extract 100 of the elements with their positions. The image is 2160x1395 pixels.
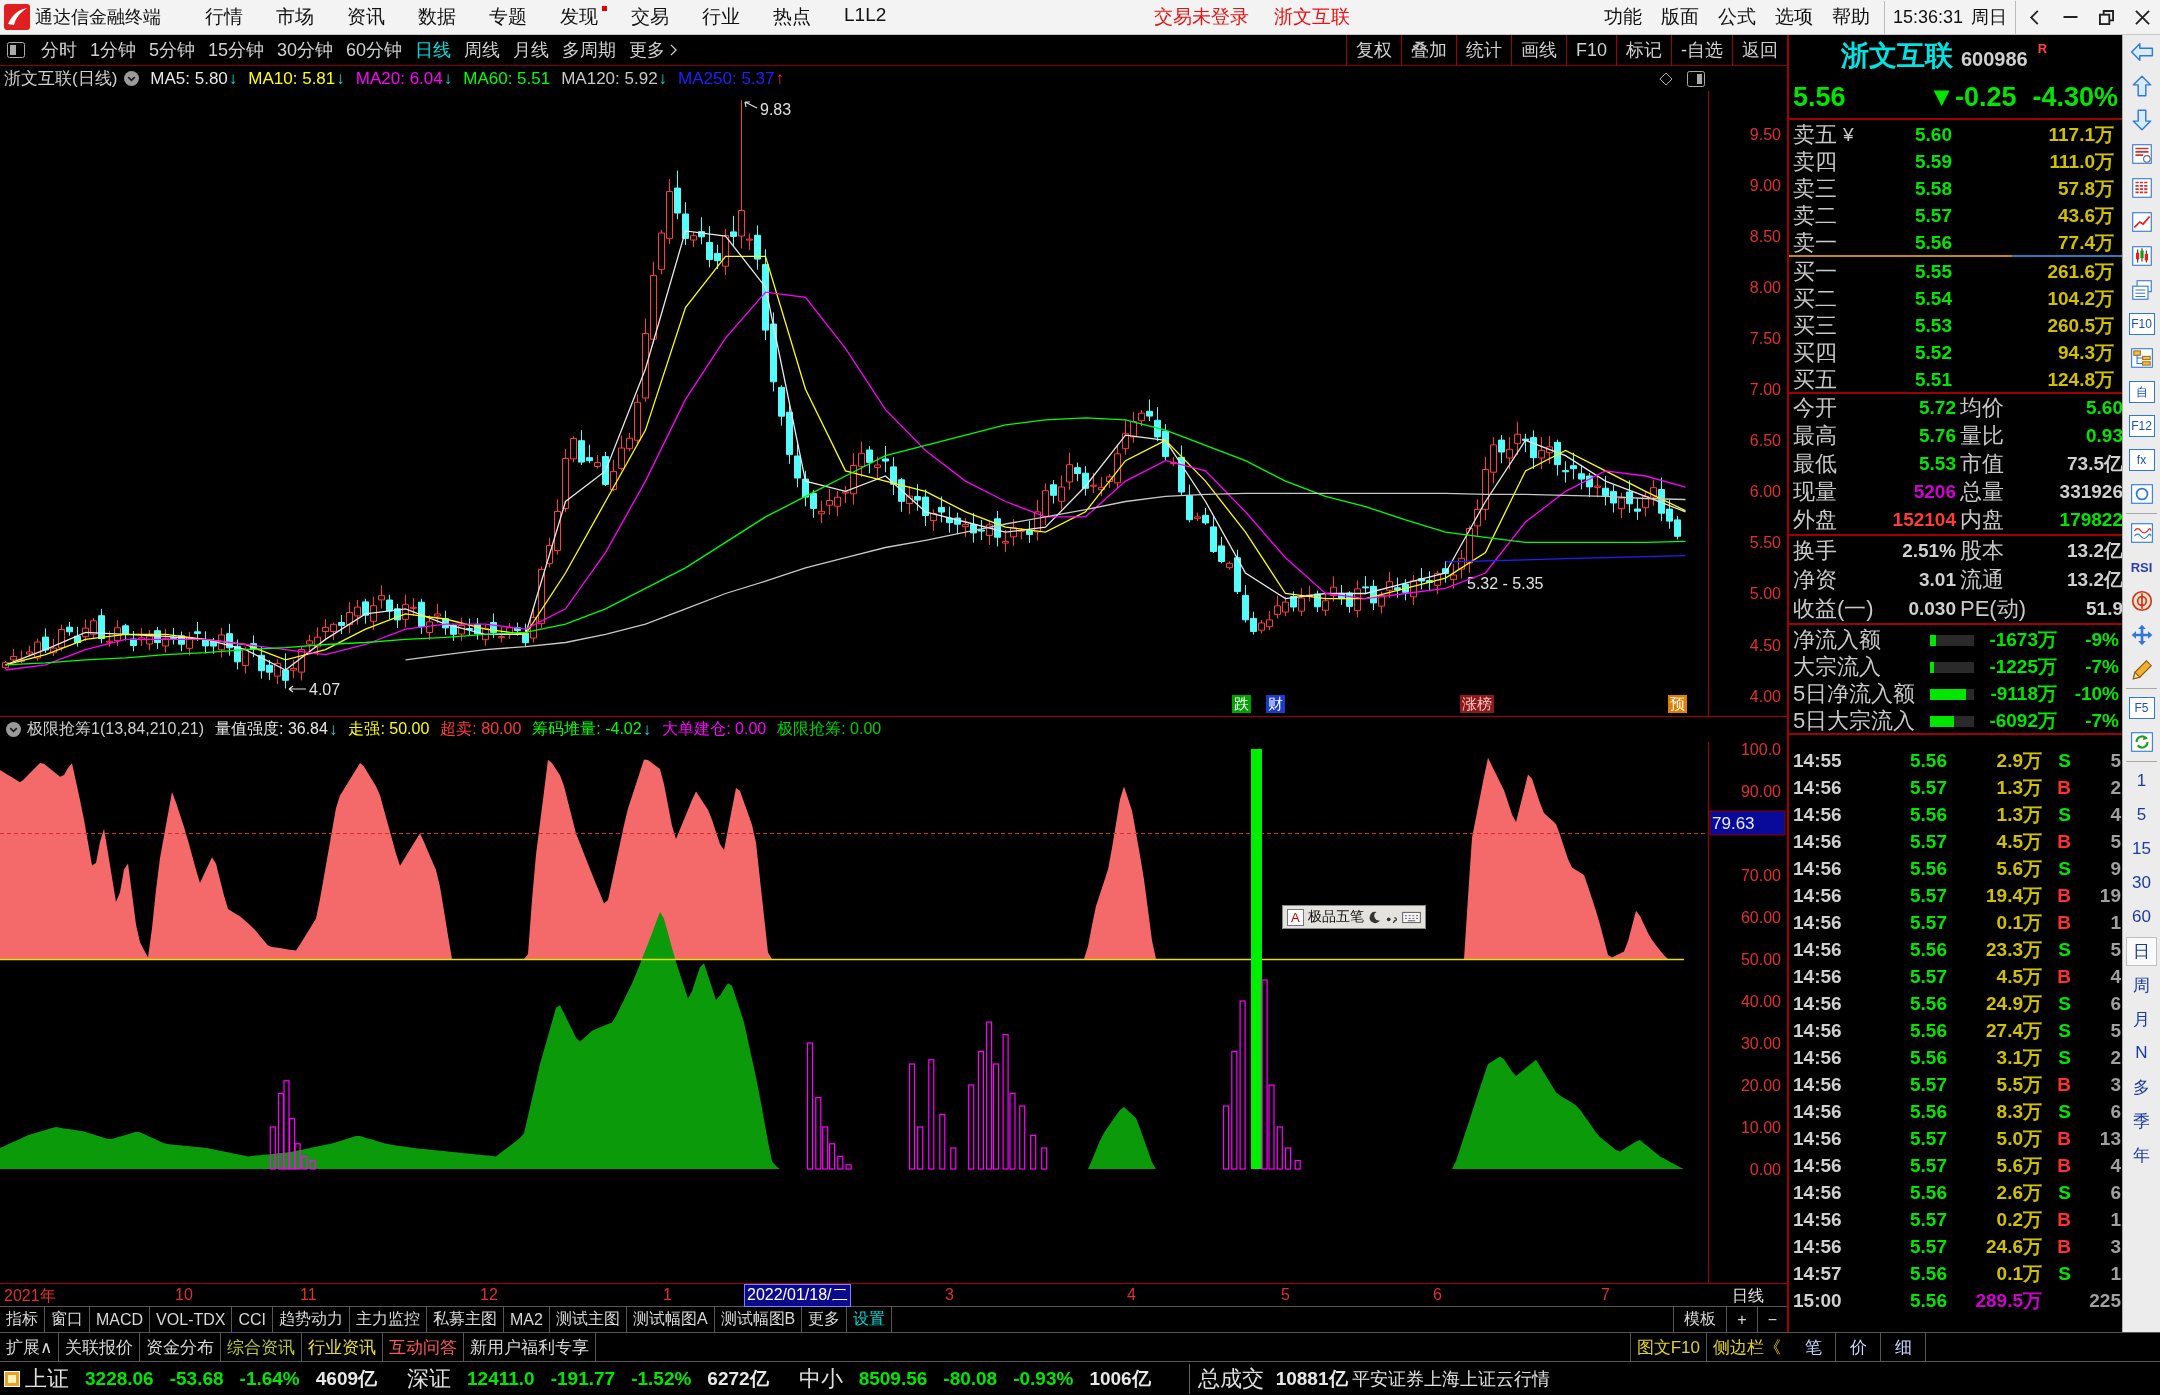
shortcut-button[interactable]: fx — [2128, 449, 2155, 471]
shortcut-button[interactable]: F12 — [2128, 415, 2155, 437]
menu-item[interactable]: 资讯 — [347, 4, 385, 30]
toolbar-button[interactable]: 模板 — [1673, 1307, 1727, 1332]
line-chart-icon[interactable] — [2129, 211, 2154, 233]
info-tab[interactable]: 互动问答 — [383, 1333, 465, 1361]
period-tab[interactable]: 周线 — [464, 38, 501, 62]
toolbar-button[interactable]: − — [1756, 1307, 1787, 1332]
panel-link[interactable]: 图文F10 — [1629, 1333, 1706, 1361]
menu-item[interactable]: 数据 — [418, 4, 456, 30]
toolbar-button[interactable]: 返回 — [1732, 35, 1787, 65]
toolbar-button[interactable]: 复权 — [1345, 35, 1401, 65]
indicator-tab[interactable]: MA2 — [504, 1307, 550, 1332]
pencil-icon[interactable] — [2129, 658, 2154, 680]
view-tab[interactable]: 细 — [1881, 1333, 1926, 1361]
moon-icon[interactable] — [1367, 910, 1381, 924]
indicator-tab[interactable]: 窗口 — [45, 1307, 90, 1332]
info-tab[interactable]: 扩展∧ — [0, 1333, 60, 1361]
toolbar-button[interactable]: 画线 — [1510, 35, 1566, 65]
period-tab[interactable]: 多周期 — [562, 38, 617, 62]
indicator-tab[interactable]: 测试主图 — [549, 1307, 627, 1332]
shortcut-button[interactable]: F10 — [2128, 313, 2155, 335]
period-tab[interactable]: 日线 — [415, 38, 452, 62]
shortcut-button[interactable]: F5 — [2128, 697, 2155, 719]
indicator-tab[interactable]: 指标 — [0, 1307, 45, 1332]
indicator-tab[interactable]: 更多 — [802, 1307, 848, 1332]
period-tab[interactable]: 15分钟 — [208, 38, 265, 62]
indicator-tab[interactable]: 私募主图 — [427, 1307, 504, 1332]
period-button[interactable]: 1 — [2130, 769, 2153, 793]
menu-item[interactable]: 行业 — [702, 4, 740, 30]
toolbar-button[interactable]: 叠加 — [1400, 35, 1456, 65]
menu-item[interactable]: 行情 — [205, 4, 243, 30]
panel-link[interactable]: 侧边栏《 — [1706, 1333, 1787, 1361]
period-button[interactable]: 日 — [2126, 936, 2157, 966]
info-tab[interactable]: 综合资讯 — [221, 1333, 303, 1361]
period-button[interactable]: 月 — [2127, 1005, 2156, 1033]
tree-icon[interactable] — [2129, 347, 2154, 369]
table-icon[interactable] — [2129, 177, 2154, 199]
period-tab[interactable]: 1分钟 — [90, 38, 136, 62]
view-tab[interactable]: 价 — [1836, 1333, 1881, 1361]
menu-item[interactable]: 选项 — [1774, 4, 1813, 30]
indicator-tab[interactable]: MACD — [90, 1307, 151, 1332]
info-tab[interactable]: 新用户福利专享 — [464, 1333, 597, 1361]
period-button[interactable]: 周 — [2127, 971, 2156, 999]
event-tag[interactable]: 财 — [1266, 695, 1285, 713]
indicator-tab[interactable]: 测试幅图B — [714, 1307, 803, 1332]
toolbar-button[interactable]: + — [1726, 1307, 1757, 1332]
event-tag[interactable]: 涨榜 — [1460, 695, 1494, 713]
period-button[interactable]: 年 — [2127, 1141, 2156, 1169]
input-mode-button[interactable]: A — [1287, 908, 1304, 926]
diamond-icon[interactable] — [1659, 71, 1673, 86]
indicator-button[interactable]: RSI — [2130, 559, 2153, 575]
menu-item[interactable]: 热点 — [773, 4, 811, 30]
coin-icon[interactable] — [2129, 590, 2154, 612]
period-button[interactable]: N — [2129, 1041, 2154, 1065]
windows-icon[interactable] — [2129, 279, 2154, 301]
left-arrow-icon[interactable] — [2129, 41, 2154, 63]
period-tab[interactable]: 30分钟 — [277, 38, 334, 62]
keyboard-icon[interactable] — [1401, 910, 1421, 924]
menu-item[interactable]: 专题 — [489, 4, 527, 30]
period-tab[interactable]: 分时 — [41, 38, 77, 62]
indicator-tab[interactable]: 设置 — [847, 1307, 893, 1332]
menu-item[interactable]: 公式 — [1717, 4, 1756, 30]
indicator-tab[interactable]: 趋势动力 — [273, 1307, 350, 1332]
menu-item[interactable]: 版面 — [1660, 4, 1699, 30]
period-button[interactable]: 15 — [2126, 837, 2157, 861]
indicator-tab[interactable]: VOL-TDX — [150, 1307, 233, 1332]
refresh-icon[interactable] — [2129, 731, 2154, 753]
menu-item[interactable]: 市场 — [276, 4, 314, 30]
menu-item[interactable]: 交易 — [631, 4, 669, 30]
shortcut-button[interactable]: 自 — [2128, 381, 2155, 403]
panel-toggle-icon[interactable] — [1687, 70, 1705, 87]
indicator-tab[interactable]: CCI — [232, 1307, 273, 1332]
info-tab[interactable]: 关联报价 — [59, 1333, 141, 1361]
period-tab[interactable]: 60分钟 — [346, 38, 403, 62]
info-tab[interactable]: 行业资讯 — [302, 1333, 384, 1361]
menu-item[interactable]: 功能 — [1603, 4, 1642, 30]
toolbar-button[interactable]: F10 — [1565, 35, 1616, 65]
indicator-tab[interactable]: 测试幅图A — [626, 1307, 715, 1332]
period-button[interactable]: 多 — [2127, 1073, 2156, 1101]
period-tab[interactable]: 5分钟 — [149, 38, 196, 62]
toolbar-button[interactable]: -自选 — [1671, 35, 1732, 65]
status-square-icon[interactable] — [4, 1370, 20, 1387]
view-tab[interactable]: 笔 — [1791, 1333, 1836, 1361]
wave-chart-icon[interactable] — [2129, 522, 2154, 544]
period-button[interactable]: 5 — [2130, 803, 2153, 827]
period-button[interactable]: 60 — [2126, 905, 2157, 929]
period-button[interactable]: 季 — [2127, 1107, 2156, 1135]
period-button[interactable]: 30 — [2126, 871, 2157, 895]
toolbar-button[interactable]: 标记 — [1616, 35, 1671, 65]
info-tab[interactable]: 资金分布 — [140, 1333, 222, 1361]
dropdown-circle-icon[interactable] — [124, 71, 140, 86]
dropdown-circle-icon[interactable] — [6, 722, 21, 737]
panel-toggle-icon[interactable] — [7, 42, 25, 58]
report-icon[interactable] — [2129, 143, 2154, 165]
toolbar-button[interactable]: 统计 — [1455, 35, 1511, 65]
period-tab[interactable]: 月线 — [513, 38, 550, 62]
more-button[interactable]: 更多 — [629, 38, 678, 62]
menu-item[interactable]: 帮助 — [1831, 4, 1870, 30]
menu-item[interactable]: 发现 — [560, 4, 598, 30]
